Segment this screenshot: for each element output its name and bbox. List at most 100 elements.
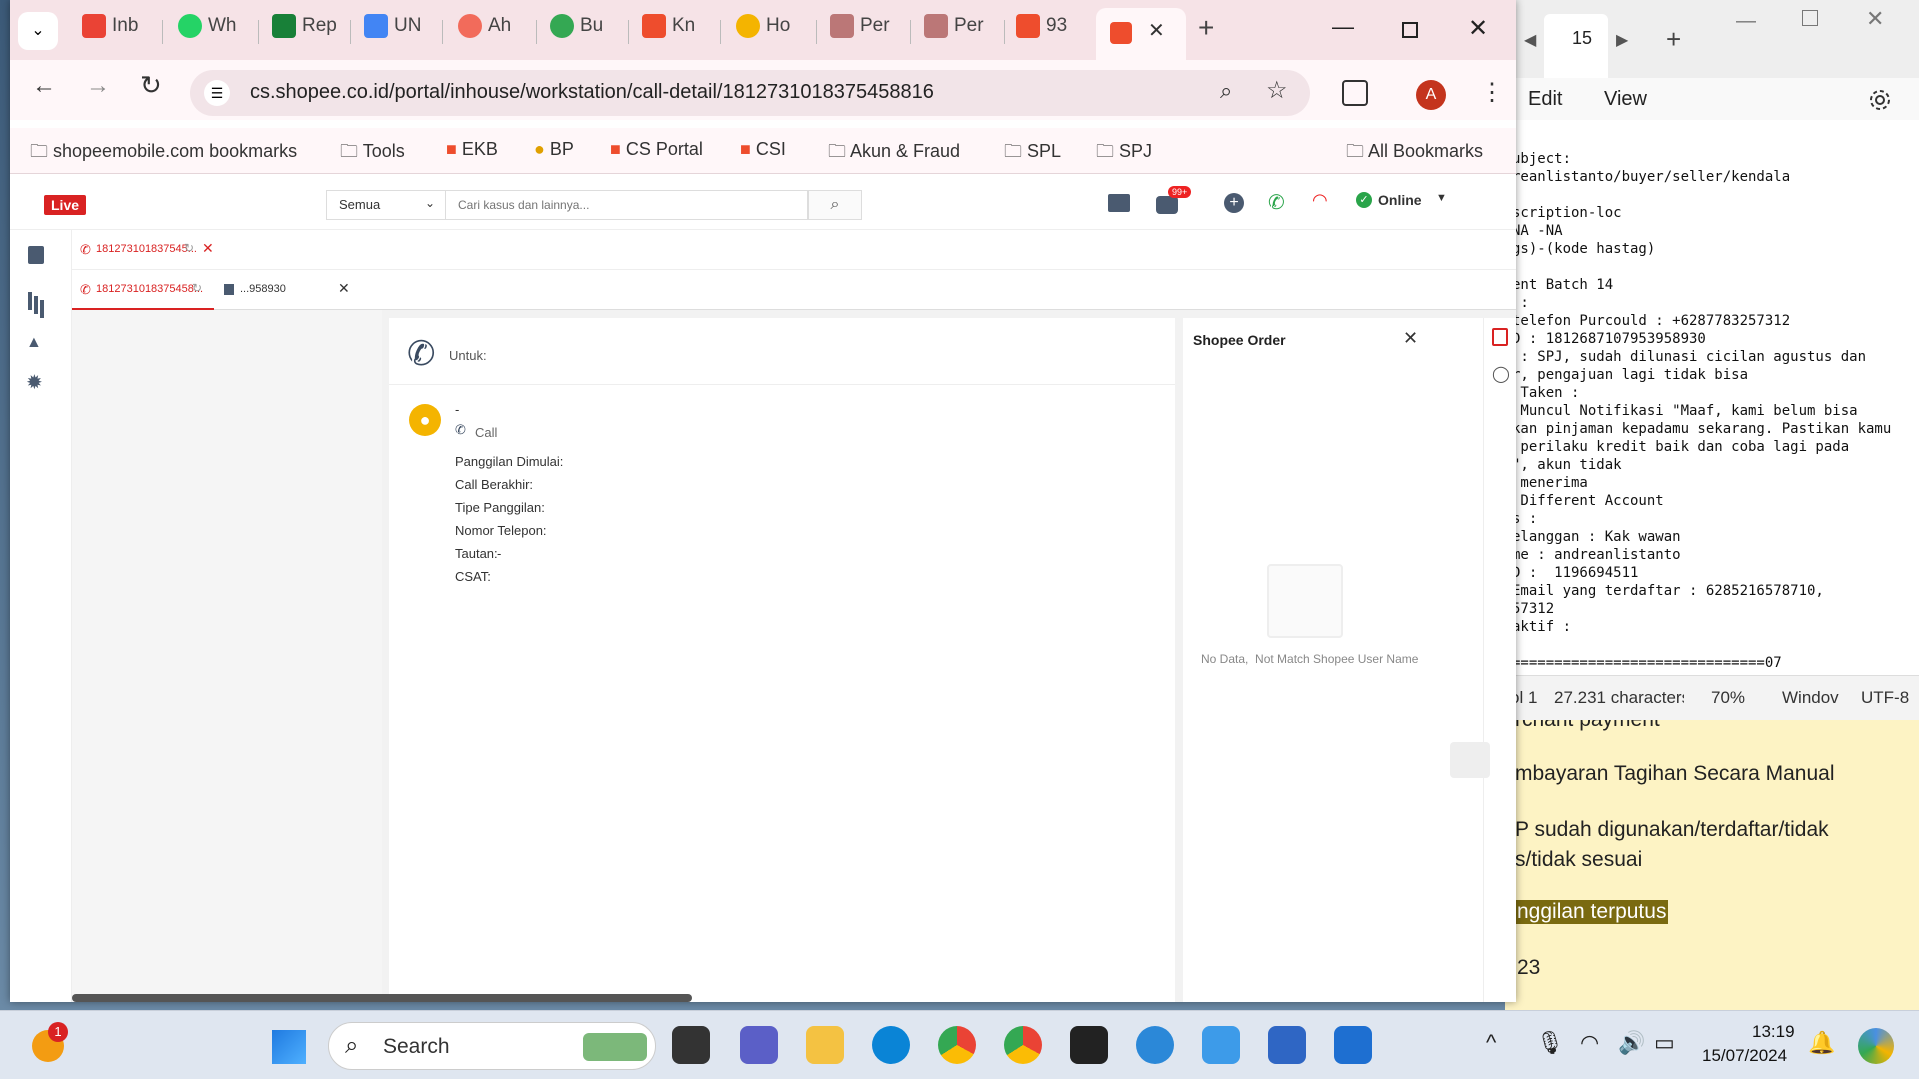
- new-tab-icon[interactable]: +: [1198, 12, 1214, 44]
- browser-tab[interactable]: Ho: [736, 14, 806, 48]
- bookmark-bp[interactable]: ● BP: [534, 139, 574, 160]
- knowledge-book-icon[interactable]: [1108, 194, 1130, 212]
- menu-view[interactable]: View: [1604, 88, 1647, 111]
- clock-date[interactable]: 15/07/2024: [1702, 1046, 1787, 1066]
- caret-down-icon[interactable]: ▼: [1436, 192, 1447, 204]
- app-icon[interactable]: [1268, 1026, 1306, 1064]
- filter-select[interactable]: Semua ⌄: [326, 190, 446, 220]
- site-info-icon[interactable]: ☰: [204, 80, 230, 106]
- maximize-icon[interactable]: [1402, 22, 1418, 38]
- close-tab-icon[interactable]: ✕: [1148, 18, 1165, 43]
- browser-tab[interactable]: Inb: [82, 14, 152, 48]
- search-icon[interactable]: ⌕: [808, 190, 862, 220]
- browser-tab[interactable]: Kn: [642, 14, 712, 48]
- status-dropdown[interactable]: Online: [1378, 192, 1422, 208]
- close-window-icon[interactable]: ✕: [1468, 14, 1488, 43]
- url-bar[interactable]: ☰ cs.shopee.co.id/portal/inhouse/worksta…: [190, 70, 1310, 116]
- menu-edit[interactable]: Edit: [1528, 88, 1562, 111]
- extensions-icon[interactable]: [1342, 80, 1368, 106]
- active-browser-tab[interactable]: ✕: [1096, 8, 1186, 60]
- browser-tab[interactable]: Wh: [178, 14, 248, 48]
- refresh-icon[interactable]: ↻: [192, 281, 202, 295]
- browser-tab[interactable]: Per: [830, 14, 900, 48]
- all-bookmarks[interactable]: 🗀 All Bookmarks: [1346, 139, 1483, 169]
- bookmark-shopeemobile[interactable]: 🗀 shopeemobile.com bookmarks: [30, 139, 297, 169]
- profile-avatar[interactable]: A: [1416, 80, 1446, 110]
- minimize-icon[interactable]: —: [1736, 10, 1756, 33]
- zoom-icon[interactable]: ⌕: [1220, 78, 1232, 104]
- bookmark-spj[interactable]: 🗀 SPJ: [1096, 139, 1152, 169]
- forward-icon[interactable]: →: [86, 72, 110, 100]
- chevron-up-icon[interactable]: ^: [1486, 1030, 1496, 1056]
- app-icon: [458, 14, 482, 38]
- browser-tab[interactable]: Ah: [458, 14, 528, 48]
- phone-icon[interactable]: ✆: [1268, 190, 1285, 215]
- search-input[interactable]: [446, 190, 808, 220]
- user-icon[interactable]: ◯: [1492, 364, 1510, 384]
- taskbar-search[interactable]: ⌕ Search: [328, 1022, 656, 1070]
- notepad-icon[interactable]: [1202, 1026, 1240, 1064]
- reload-icon[interactable]: ↻: [140, 70, 162, 101]
- chrome-profile-icon[interactable]: [1004, 1026, 1042, 1064]
- browser-tab[interactable]: 93: [1016, 14, 1086, 48]
- volume-icon[interactable]: 🔊: [1618, 1030, 1645, 1056]
- minimize-icon[interactable]: —: [1332, 14, 1354, 40]
- new-tab-icon[interactable]: +: [1666, 24, 1681, 55]
- chrome-icon[interactable]: [938, 1026, 976, 1064]
- bookmark-ekb[interactable]: ■ EKB: [446, 139, 498, 160]
- tab-search-chevron-icon[interactable]: ⌄: [18, 12, 58, 50]
- add-icon[interactable]: +: [1224, 193, 1244, 213]
- store-icon[interactable]: [1334, 1026, 1372, 1064]
- case-tab[interactable]: 181273101837545...: [96, 243, 197, 255]
- bookmark-star-icon[interactable]: ☆: [1266, 76, 1288, 105]
- chat-app-icon[interactable]: [1136, 1026, 1174, 1064]
- tab-scroll-right-icon[interactable]: ▶: [1616, 30, 1628, 50]
- settings-gear-icon[interactable]: [1868, 88, 1892, 112]
- order-tab-icon[interactable]: [1492, 328, 1508, 346]
- battery-icon[interactable]: ▭: [1654, 1030, 1675, 1056]
- bookmark-tools[interactable]: 🗀 Tools: [340, 139, 405, 169]
- copilot-icon[interactable]: [1858, 1028, 1894, 1064]
- edge-icon[interactable]: [872, 1026, 910, 1064]
- tab-scroll-left-icon[interactable]: ◀: [1524, 30, 1536, 50]
- browser-tab[interactable]: UN: [364, 14, 434, 48]
- bookmark-csi[interactable]: ■ CSI: [740, 139, 786, 160]
- notepad-tab[interactable]: 15: [1572, 28, 1592, 49]
- file-explorer-icon[interactable]: [806, 1026, 844, 1064]
- status-zoom[interactable]: 70%: [1711, 688, 1745, 708]
- microphone-icon[interactable]: 🎙: [1536, 1030, 1564, 1056]
- notes-button-icon[interactable]: [1450, 742, 1490, 778]
- close-tab-icon[interactable]: ✕: [338, 280, 350, 297]
- notification-bell-icon[interactable]: 🔔: [1808, 1030, 1835, 1056]
- sticky-notes-icon[interactable]: [1070, 1026, 1108, 1064]
- refresh-icon[interactable]: ↻: [184, 241, 194, 255]
- browser-tab[interactable]: Per: [924, 14, 994, 48]
- browser-menu-icon[interactable]: ⋮: [1480, 78, 1504, 107]
- bookmark-akun-fraud[interactable]: 🗀 Akun & Fraud: [828, 139, 960, 169]
- close-icon[interactable]: ✕: [1866, 6, 1884, 32]
- cases-icon[interactable]: [28, 246, 44, 264]
- url-text[interactable]: cs.shopee.co.id/portal/inhouse/workstati…: [250, 81, 934, 104]
- subtab-ticket[interactable]: ...958930: [240, 283, 286, 295]
- task-view-icon[interactable]: [672, 1026, 710, 1064]
- close-icon[interactable]: ✕: [1403, 328, 1418, 349]
- subtab-call[interactable]: ✆ 1812731018375458... ↻: [72, 270, 214, 310]
- clock-time[interactable]: 13:19: [1752, 1022, 1795, 1042]
- teams-icon[interactable]: [740, 1026, 778, 1064]
- sticky-note[interactable]: rchant payment mbayaran Tagihan Secara M…: [1505, 720, 1919, 1010]
- chat-icon[interactable]: [1156, 196, 1178, 214]
- back-icon[interactable]: ←: [32, 72, 56, 100]
- bookmark-spl[interactable]: 🗀 SPL: [1004, 139, 1061, 169]
- graduation-cap-icon[interactable]: ▲: [26, 334, 42, 352]
- bookmark-cs-portal[interactable]: ■ CS Portal: [610, 139, 703, 160]
- horizontal-scrollbar[interactable]: [72, 994, 692, 1002]
- wifi-icon[interactable]: ◠: [1580, 1030, 1599, 1056]
- notepad-text-area[interactable]: ubject: reanlistanto/buyer/seller/kendala…: [1506, 120, 1919, 675]
- close-tab-icon[interactable]: ✕: [202, 240, 214, 257]
- maximize-icon[interactable]: [1802, 10, 1818, 26]
- browser-tab[interactable]: Bu: [550, 14, 620, 48]
- chart-icon[interactable]: [28, 292, 32, 310]
- browser-tab[interactable]: Rep: [272, 14, 342, 48]
- windows-start-icon[interactable]: [272, 1030, 306, 1064]
- settings-icon[interactable]: ✹: [26, 370, 43, 395]
